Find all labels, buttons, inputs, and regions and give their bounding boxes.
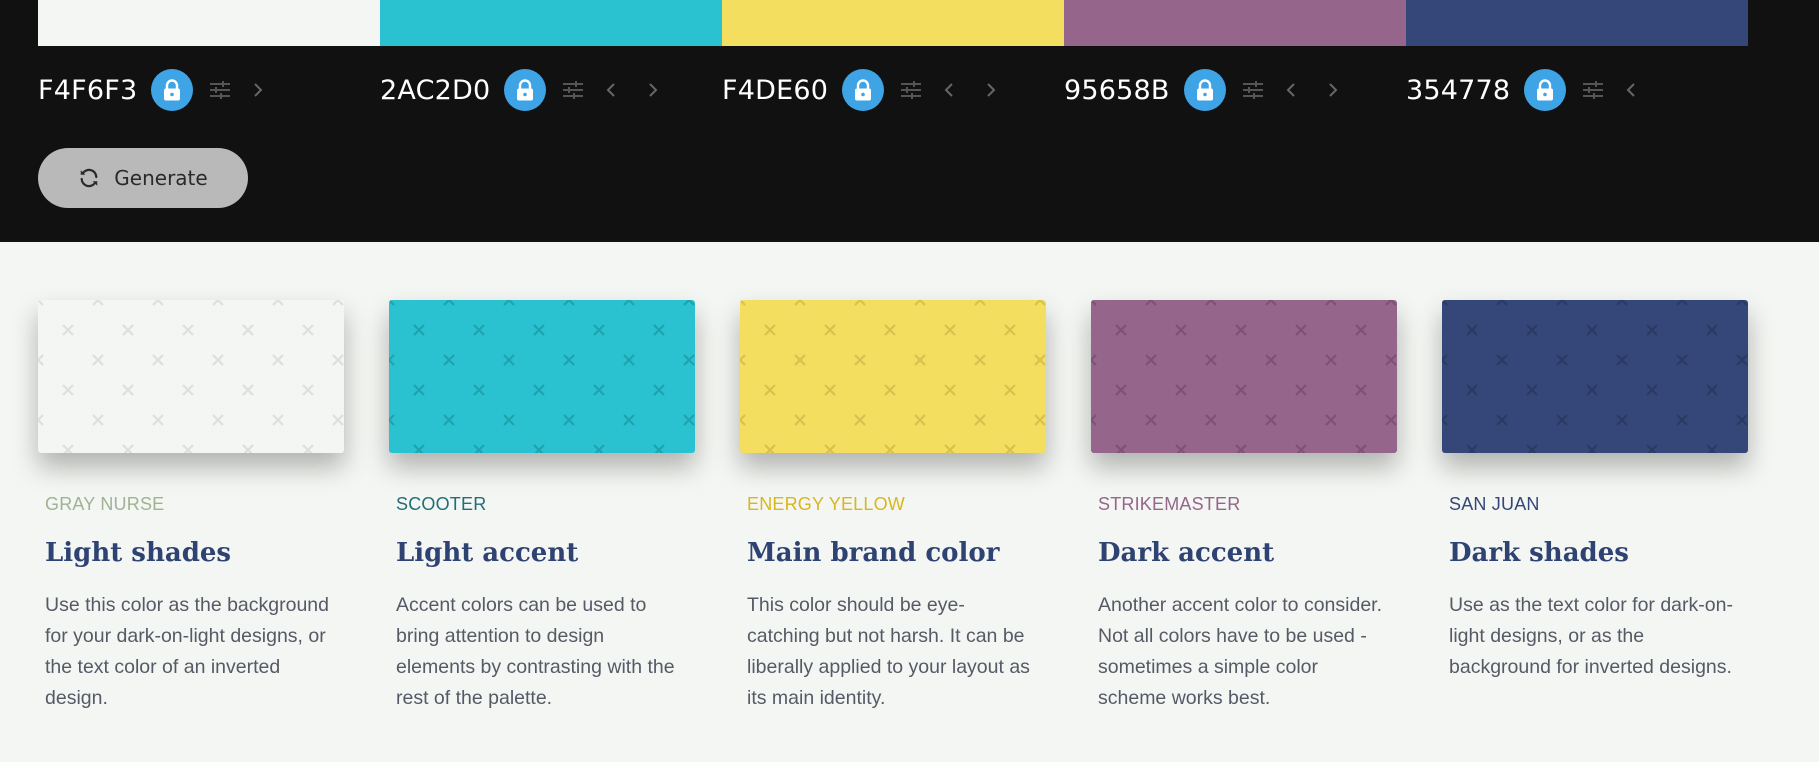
color-description: This color should be eye-catching but no… <box>747 594 1030 709</box>
lock-icon <box>164 79 181 101</box>
adjust-button[interactable] <box>1240 77 1266 103</box>
hex-code[interactable]: 95658B <box>1064 75 1170 106</box>
sliders-icon <box>1242 81 1263 99</box>
lock-icon <box>1537 79 1554 101</box>
move-right-button[interactable] <box>249 77 267 103</box>
color-name: SAN JUAN <box>1449 494 1540 514</box>
color-role-title: Dark accent <box>1098 538 1275 568</box>
chevron-left-icon <box>606 83 616 97</box>
move-right-button[interactable] <box>644 77 662 103</box>
color-name: SCOOTER <box>396 494 487 514</box>
sliders-icon <box>1583 81 1604 99</box>
chevron-left-icon <box>1286 83 1295 97</box>
generate-label: Generate <box>114 166 208 190</box>
color-control-2: 2AC2D0 <box>380 62 686 118</box>
lock-icon <box>855 79 872 101</box>
palette-strip <box>38 0 1748 46</box>
palette-toolbar: F4F6F3 2AC2D0 F4DE60 95658B 354778 Gener… <box>0 0 1819 242</box>
color-swatch[interactable] <box>1091 300 1397 453</box>
palette-strip-segment-2[interactable] <box>380 0 722 46</box>
lock-button[interactable] <box>151 69 194 111</box>
color-role-title: Dark shades <box>1449 538 1629 568</box>
hex-controls-row: F4F6F3 2AC2D0 F4DE60 95658B 354778 <box>38 62 1748 118</box>
palette-strip-segment-1[interactable] <box>38 0 380 46</box>
sliders-icon <box>901 81 922 99</box>
color-description: Another accent color to consider. Not al… <box>1098 594 1382 709</box>
lock-button[interactable] <box>1183 69 1226 111</box>
palette-strip-segment-3[interactable] <box>722 0 1064 46</box>
color-control-3: F4DE60 <box>722 62 1024 118</box>
generate-button[interactable]: Generate <box>38 148 248 208</box>
color-swatch[interactable] <box>1442 300 1748 453</box>
move-left-button[interactable] <box>602 77 620 103</box>
color-control-1: F4F6F3 <box>38 62 291 118</box>
lock-icon <box>1196 79 1213 101</box>
x-pattern <box>1442 300 1748 453</box>
move-right-button[interactable] <box>982 77 1000 103</box>
chevron-right-icon <box>254 83 263 97</box>
color-role-title: Light accent <box>396 538 579 568</box>
lock-button[interactable] <box>1524 69 1567 111</box>
palette-strip-segment-4[interactable] <box>1064 0 1406 46</box>
color-description: Accent colors can be used to bring atten… <box>396 594 675 709</box>
move-left-button[interactable] <box>1622 77 1640 103</box>
x-pattern <box>740 300 1046 453</box>
chevron-left-icon <box>1626 83 1635 97</box>
sliders-icon <box>563 81 584 99</box>
x-pattern <box>389 300 695 453</box>
move-left-button[interactable] <box>1282 77 1300 103</box>
chevron-right-icon <box>649 83 658 97</box>
chevron-right-icon <box>987 83 996 97</box>
adjust-button[interactable] <box>898 77 924 103</box>
color-control-5: 354778 <box>1406 62 1664 118</box>
adjust-button[interactable] <box>560 77 586 103</box>
color-name: ENERGY YELLOW <box>747 494 905 514</box>
chevron-right-icon <box>1328 83 1338 97</box>
refresh-icon <box>80 168 98 188</box>
palette-strip-segment-5[interactable] <box>1406 0 1748 46</box>
adjust-button[interactable] <box>1580 77 1606 103</box>
lock-icon <box>517 79 534 101</box>
color-role-title: Main brand color <box>747 538 1000 568</box>
color-name: STRIKEMASTER <box>1098 494 1241 514</box>
lock-button[interactable] <box>842 69 885 111</box>
color-name: GRAY NURSE <box>45 494 165 514</box>
color-description: Use this color as the background for you… <box>45 594 329 709</box>
chevron-left-icon <box>944 83 953 97</box>
x-pattern <box>1091 300 1397 453</box>
hex-code[interactable]: F4DE60 <box>722 75 828 106</box>
x-pattern <box>38 300 344 453</box>
color-swatch[interactable] <box>740 300 1046 453</box>
color-description: Use as the text color for dark-on-light … <box>1449 594 1733 678</box>
lock-button[interactable] <box>504 69 547 111</box>
adjust-button[interactable] <box>207 77 233 103</box>
hex-code[interactable]: 354778 <box>1406 75 1510 106</box>
color-role-title: Light shades <box>45 538 232 568</box>
color-control-4: 95658B <box>1064 62 1366 118</box>
sliders-icon <box>210 81 231 99</box>
move-left-button[interactable] <box>940 77 958 103</box>
color-swatch[interactable] <box>38 300 344 453</box>
hex-code[interactable]: F4F6F3 <box>38 75 137 106</box>
hex-code[interactable]: 2AC2D0 <box>380 75 490 106</box>
color-swatch[interactable] <box>389 300 695 453</box>
move-right-button[interactable] <box>1324 77 1342 103</box>
